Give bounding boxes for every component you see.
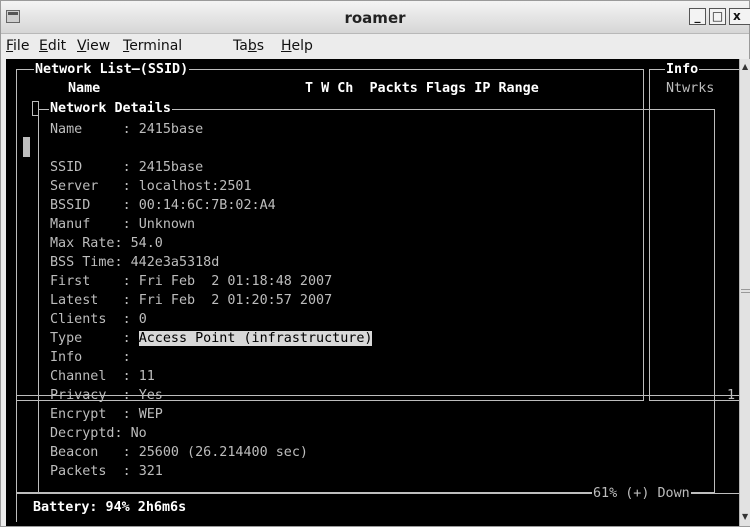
detail-row-max-rate: Max Rate: 54.0 bbox=[50, 236, 163, 251]
menu-terminal[interactable]: Terminal bbox=[123, 38, 182, 54]
scroll-down-icon[interactable]: ▼ bbox=[742, 512, 748, 521]
details-corner-marker bbox=[32, 101, 39, 116]
column-headers: T W Ch Packts Flags IP Range bbox=[305, 81, 539, 96]
menu-bar: File Edit View Terminal Tabs Help bbox=[1, 34, 749, 59]
detail-row-decryptd: Decryptd: No bbox=[50, 426, 147, 441]
detail-row-encrypt: Encrypt : WEP bbox=[50, 407, 163, 422]
detail-row-latest: Latest : Fri Feb 2 01:20:57 2007 bbox=[50, 293, 333, 308]
menu-view[interactable]: View bbox=[77, 38, 110, 54]
menu-tabs[interactable]: Tabs bbox=[233, 38, 264, 54]
title-bar[interactable]: roamer _ □ x bbox=[1, 1, 750, 34]
scroll-grip[interactable] bbox=[741, 289, 750, 290]
detail-row-type: Type : Access Point (infrastructure) bbox=[50, 331, 373, 346]
power-status: 61% (+) Down bbox=[592, 484, 691, 503]
detail-row-bssid: BSSID : 00:14:6C:7B:02:A4 bbox=[50, 198, 276, 213]
minimize-button[interactable]: _ bbox=[689, 8, 706, 25]
column-name-header: Name bbox=[68, 81, 101, 96]
info-title: Info bbox=[665, 60, 700, 79]
network-list-title: Network List—(SSID) bbox=[34, 60, 190, 79]
detail-row-privacy: Privacy : Yes bbox=[50, 388, 163, 403]
detail-row-channel: Channel : 11 bbox=[50, 369, 155, 384]
detail-row-first: First : Fri Feb 2 01:18:48 2007 bbox=[50, 274, 333, 289]
detail-row-name: Name : 2415base bbox=[50, 122, 204, 137]
selected-value-highlight: Access Point (infrastructure) bbox=[138, 331, 373, 346]
detail-row-server: Server : localhost:2501 bbox=[50, 179, 252, 194]
scroll-up-icon[interactable]: ▲ bbox=[742, 62, 748, 71]
detail-row-manuf: Manuf : Unknown bbox=[50, 217, 196, 232]
maximize-button[interactable]: □ bbox=[709, 8, 726, 25]
detail-row-info: Info : bbox=[50, 350, 139, 365]
detail-row-ssid: SSID : 2415base bbox=[50, 160, 204, 175]
battery-status: Battery: 94% 2h6m6s bbox=[32, 498, 188, 517]
menu-file[interactable]: File bbox=[6, 38, 29, 54]
terminal-window: roamer _ □ x File Edit View Terminal Tab… bbox=[0, 0, 750, 527]
detail-row-clients: Clients : 0 bbox=[50, 312, 147, 327]
side-counter: 1 bbox=[727, 388, 736, 403]
menu-edit[interactable]: Edit bbox=[39, 38, 66, 54]
info-ntwrks: Ntwrks bbox=[666, 81, 715, 96]
close-button[interactable]: x bbox=[729, 8, 750, 25]
detail-row-packets: Packets : 321 bbox=[50, 464, 163, 479]
network-details-title: Network Details bbox=[49, 99, 172, 118]
scroll-marker bbox=[23, 137, 30, 157]
window-title: roamer bbox=[344, 9, 406, 27]
terminal-scrollbar[interactable]: ▲ ▼ bbox=[739, 59, 750, 526]
scroll-grip-line bbox=[741, 292, 750, 293]
detail-row-bss-time: BSS Time: 442e3a5318d bbox=[50, 255, 220, 270]
menu-help[interactable]: Help bbox=[281, 38, 313, 54]
detail-row-beacon: Beacon : 25600 (26.214400 sec) bbox=[50, 445, 308, 460]
terminal-screen[interactable]: Network List—(SSID) Info Name T W Ch Pac… bbox=[6, 59, 739, 526]
